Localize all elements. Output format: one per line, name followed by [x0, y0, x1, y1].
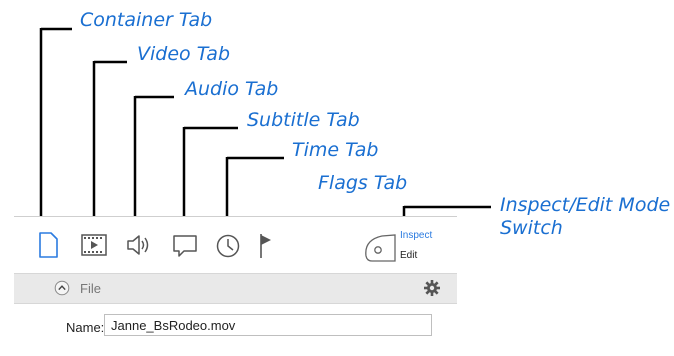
chevron-up-circle-icon[interactable]	[54, 280, 70, 296]
inspect-edit-mode-switch[interactable]: Inspect Edit	[362, 229, 452, 267]
mode-switch-icon	[365, 234, 396, 262]
name-field[interactable]	[104, 314, 432, 336]
mode-inspect-label[interactable]: Inspect	[400, 230, 432, 241]
callout-container-tab: Container Tab	[80, 9, 213, 31]
film-icon	[81, 234, 107, 256]
callout-video-tab: Video Tab	[137, 43, 231, 65]
tab-video[interactable]	[80, 230, 108, 260]
section-title: File	[80, 281, 101, 296]
inspector-panel: Inspect Edit File Name:	[14, 216, 457, 356]
speech-bubble-icon	[173, 235, 197, 257]
callout-flags-tab: Flags Tab	[318, 172, 408, 194]
speaker-icon	[127, 235, 149, 255]
leader-container-tab	[39, 27, 72, 232]
mode-edit-label[interactable]: Edit	[400, 250, 417, 261]
inspector-toolbar: Inspect Edit	[14, 217, 457, 272]
callout-time-tab: Time Tab	[292, 139, 379, 161]
callout-mode-switch-line1: Inspect/Edit Mode	[500, 194, 671, 216]
tab-subtitle[interactable]	[171, 230, 199, 260]
tab-flags[interactable]	[252, 230, 280, 260]
gear-icon[interactable]	[423, 279, 441, 297]
clock-icon	[216, 234, 240, 258]
tab-container[interactable]	[34, 230, 62, 260]
tab-time[interactable]	[214, 230, 242, 260]
callout-mode-switch-line2: Switch	[500, 217, 563, 239]
name-label: Name:	[66, 320, 105, 335]
file-section-header[interactable]: File	[14, 273, 457, 304]
callout-audio-tab: Audio Tab	[185, 78, 279, 100]
tab-audio[interactable]	[125, 230, 153, 260]
flag-icon	[260, 234, 271, 258]
callout-subtitle-tab: Subtitle Tab	[247, 109, 360, 131]
document-icon	[39, 232, 58, 258]
leader-audio-tab	[133, 95, 174, 232]
leader-video-tab	[92, 60, 127, 232]
